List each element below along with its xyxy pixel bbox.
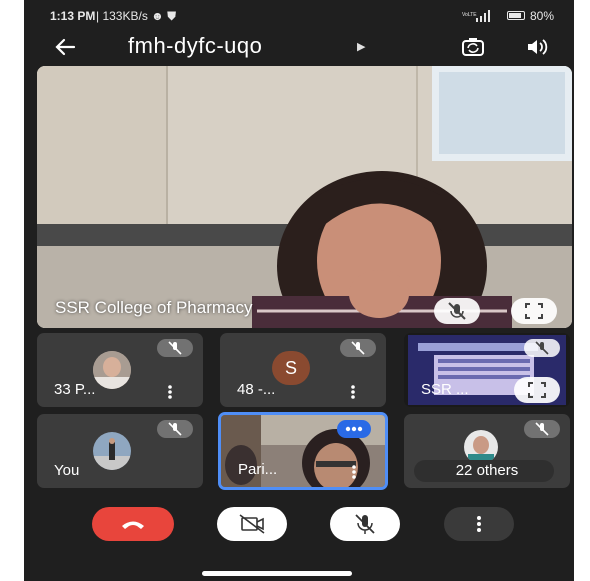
network-speed: 133KB/s bbox=[102, 9, 148, 23]
participant-tile[interactable]: SSR ... bbox=[404, 333, 570, 407]
svg-text:VoLTE: VoLTE bbox=[462, 12, 477, 18]
mute-indicator bbox=[524, 420, 560, 438]
meeting-code[interactable]: fmh-dyfc-uqo bbox=[128, 33, 262, 59]
participant-name: Pari... bbox=[238, 461, 278, 478]
meet-call-screen: 1:13 PM | 133KB/s ☻ ⛊ VoLTE 80% fmh-dyfc… bbox=[24, 0, 574, 581]
speaker-icon[interactable] bbox=[524, 34, 550, 60]
participant-name: 33 P... bbox=[54, 381, 96, 398]
end-call-button[interactable] bbox=[92, 507, 174, 541]
switch-camera-icon[interactable] bbox=[460, 34, 486, 60]
mic-off-icon bbox=[535, 341, 549, 355]
fullscreen-button[interactable] bbox=[514, 377, 560, 403]
avatar: S bbox=[272, 351, 310, 385]
speaker-video-feed bbox=[37, 66, 572, 328]
more-options-icon[interactable] bbox=[163, 383, 177, 401]
mic-off-icon bbox=[448, 302, 466, 320]
shield-icon: ⛊ bbox=[167, 9, 177, 23]
participant-tile[interactable]: 33 P... bbox=[37, 333, 203, 407]
avatar bbox=[464, 430, 498, 464]
end-call-icon bbox=[122, 521, 144, 529]
status-network: | 133KB/s ☻ ⛊ bbox=[96, 9, 177, 23]
mute-indicator bbox=[157, 420, 193, 438]
others-count: 22 others bbox=[455, 462, 519, 479]
fullscreen-icon bbox=[528, 382, 546, 398]
participant-name: You bbox=[54, 462, 80, 479]
mic-off-icon bbox=[351, 341, 365, 355]
status-time: 1:13 PM bbox=[50, 9, 96, 23]
more-options-button[interactable] bbox=[444, 507, 514, 541]
caret-right-icon[interactable]: ▶ bbox=[357, 40, 365, 53]
battery-icon bbox=[507, 11, 525, 20]
mute-indicator bbox=[340, 339, 376, 357]
audio-level-icon bbox=[345, 426, 363, 432]
mic-off-icon bbox=[535, 422, 549, 436]
avatar bbox=[93, 432, 131, 470]
mic-off-icon bbox=[355, 514, 375, 534]
main-participant-name: SSR College of Pharmacy bbox=[55, 298, 253, 317]
fullscreen-icon bbox=[525, 303, 543, 319]
participant-name: 48 -... bbox=[237, 381, 276, 398]
mute-indicator bbox=[157, 339, 193, 357]
notification-icon: ☻ bbox=[151, 9, 164, 23]
more-options-icon[interactable] bbox=[347, 463, 361, 481]
speaking-indicator bbox=[337, 420, 371, 438]
home-indicator[interactable] bbox=[202, 571, 352, 576]
participant-tile[interactable]: S 48 -... bbox=[220, 333, 386, 407]
signal-icon: VoLTE bbox=[462, 10, 490, 22]
camera-off-icon bbox=[239, 514, 265, 534]
status-bar: 1:13 PM | 133KB/s ☻ ⛊ VoLTE 80% bbox=[24, 0, 574, 30]
call-header: fmh-dyfc-uqo ▶ bbox=[24, 30, 574, 64]
mic-off-icon bbox=[168, 422, 182, 436]
participant-tile-others[interactable]: 22 others bbox=[404, 414, 570, 488]
participant-tile-active-speaker[interactable]: Pari... bbox=[218, 412, 388, 490]
avatar bbox=[93, 351, 131, 389]
microphone-toggle-button[interactable] bbox=[330, 507, 400, 541]
main-video-tile[interactable]: SSR College of Pharmacy bbox=[37, 66, 572, 328]
more-options-icon[interactable] bbox=[346, 383, 360, 401]
camera-toggle-button[interactable] bbox=[217, 507, 287, 541]
mute-indicator[interactable] bbox=[434, 298, 480, 324]
mic-off-icon bbox=[168, 341, 182, 355]
more-options-icon bbox=[477, 516, 481, 532]
mute-indicator bbox=[524, 339, 560, 357]
back-arrow-icon[interactable] bbox=[52, 34, 78, 60]
participant-tile-self[interactable]: You bbox=[37, 414, 203, 488]
participant-name: SSR ... bbox=[421, 381, 469, 398]
battery-percent: 80% bbox=[530, 9, 555, 23]
fullscreen-button[interactable] bbox=[511, 298, 557, 324]
